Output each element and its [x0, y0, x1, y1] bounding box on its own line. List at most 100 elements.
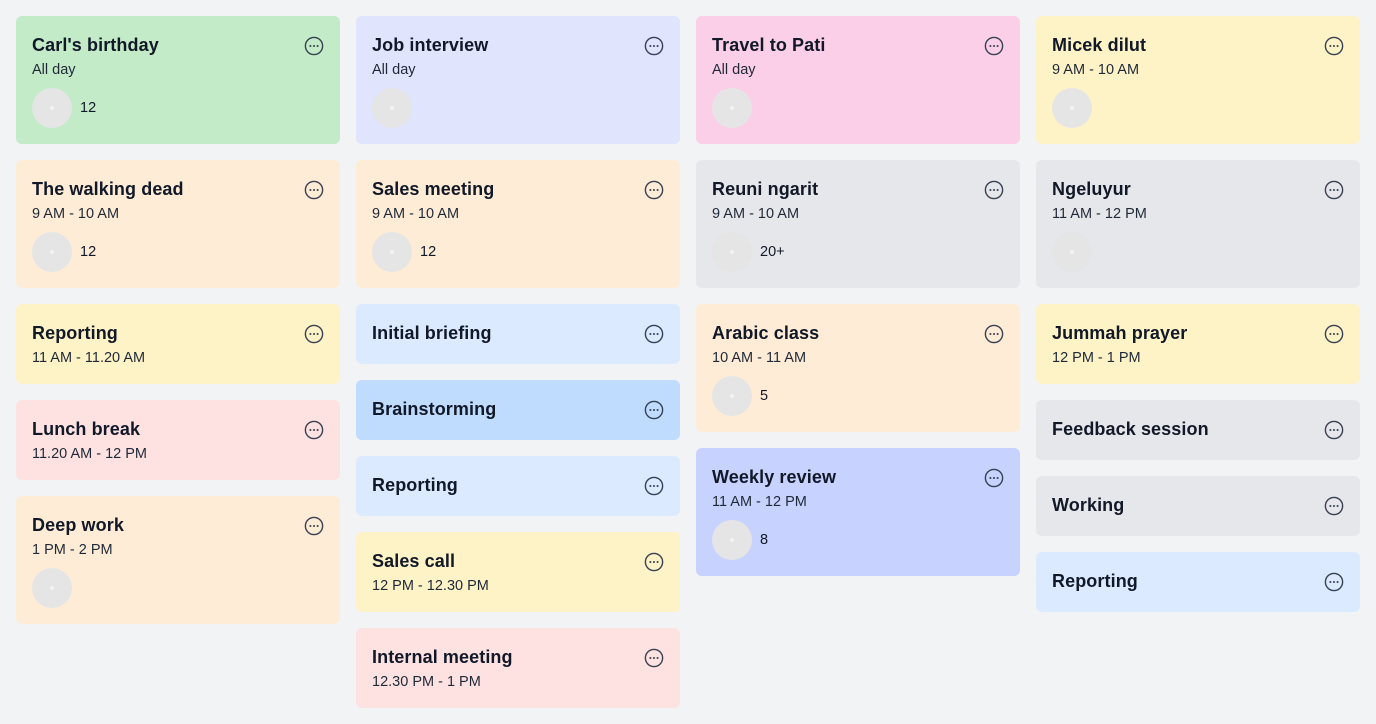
- more-options-icon[interactable]: [1324, 496, 1344, 516]
- event-title: Brainstorming: [372, 399, 497, 419]
- event-card[interactable]: Internal meeting 12.30 PM - 1 PM: [356, 628, 680, 708]
- event-card[interactable]: Reporting 11 AM - 11.20 AM: [16, 304, 340, 384]
- more-options-icon[interactable]: [984, 468, 1004, 488]
- event-time: 10 AM - 11 AM: [712, 350, 807, 366]
- calendar-board: Carl's birthday All day 12 The walking d…: [0, 0, 1376, 724]
- event-card[interactable]: Travel to Pati All day: [696, 16, 1020, 144]
- event-title: Reporting: [32, 323, 118, 343]
- event-card[interactable]: The walking dead 9 AM - 10 AM 12: [16, 160, 340, 288]
- event-card[interactable]: Lunch break 11.20 AM - 12 PM: [16, 400, 340, 480]
- more-options-icon[interactable]: [644, 180, 664, 200]
- event-title: Sales meeting: [372, 179, 495, 199]
- event-card[interactable]: Reporting: [356, 456, 680, 516]
- attendees: 12: [372, 232, 436, 272]
- event-title: Arabic class: [712, 323, 820, 343]
- event-title: Travel to Pati: [712, 35, 826, 55]
- event-time: All day: [712, 62, 756, 78]
- attendees: 5: [712, 376, 768, 416]
- more-options-icon[interactable]: [304, 420, 324, 440]
- avatar: [32, 88, 72, 128]
- more-options-icon[interactable]: [984, 36, 1004, 56]
- more-options-icon[interactable]: [644, 400, 664, 420]
- avatar: [1052, 88, 1092, 128]
- column-1: Carl's birthday All day 12 The walking d…: [16, 16, 340, 624]
- attendees: 12: [32, 232, 96, 272]
- more-options-icon[interactable]: [644, 324, 664, 344]
- avatar: [372, 232, 412, 272]
- event-title: Reuni ngarit: [712, 179, 819, 199]
- more-options-icon[interactable]: [1324, 36, 1344, 56]
- event-time: 9 AM - 10 AM: [32, 206, 120, 222]
- avatar: [712, 376, 752, 416]
- more-options-icon[interactable]: [304, 516, 324, 536]
- event-card[interactable]: Initial briefing: [356, 304, 680, 364]
- column-3: Travel to Pati All day Reuni ngarit 9 AM…: [696, 16, 1020, 576]
- more-options-icon[interactable]: [644, 648, 664, 668]
- event-card[interactable]: Sales call 12 PM - 12.30 PM: [356, 532, 680, 612]
- attendees: [32, 568, 72, 608]
- event-card[interactable]: Deep work 1 PM - 2 PM: [16, 496, 340, 624]
- event-title: Job interview: [372, 35, 489, 55]
- event-card[interactable]: Jummah prayer 12 PM - 1 PM: [1036, 304, 1360, 384]
- event-card[interactable]: Job interview All day: [356, 16, 680, 144]
- event-card[interactable]: Brainstorming: [356, 380, 680, 440]
- event-time: All day: [372, 62, 416, 78]
- event-title: Reporting: [372, 475, 458, 495]
- more-options-icon[interactable]: [1324, 572, 1344, 592]
- more-options-icon[interactable]: [304, 324, 324, 344]
- more-options-icon[interactable]: [1324, 180, 1344, 200]
- attendee-count: 5: [760, 388, 769, 404]
- avatar: [712, 520, 752, 560]
- event-title: Feedback session: [1052, 419, 1209, 439]
- more-options-icon[interactable]: [984, 180, 1004, 200]
- attendees: 8: [712, 520, 768, 560]
- event-card[interactable]: Feedback session: [1036, 400, 1360, 460]
- avatar: [32, 568, 72, 608]
- event-time: 1 PM - 2 PM: [32, 542, 113, 558]
- column-4: Micek dilut 9 AM - 10 AM Ngeluyur 11 AM …: [1036, 16, 1360, 612]
- more-options-icon[interactable]: [644, 36, 664, 56]
- more-options-icon[interactable]: [1324, 324, 1344, 344]
- event-title: Initial briefing: [372, 323, 492, 343]
- attendee-count: 12: [420, 244, 437, 260]
- event-title: Lunch break: [32, 419, 141, 439]
- event-title: Jummah prayer: [1052, 323, 1188, 343]
- attendees: 12: [32, 88, 96, 128]
- event-time: 12 PM - 12.30 PM: [372, 578, 489, 594]
- event-card[interactable]: Reuni ngarit 9 AM - 10 AM 20+: [696, 160, 1020, 288]
- event-time: 9 AM - 10 AM: [372, 206, 460, 222]
- more-options-icon[interactable]: [304, 180, 324, 200]
- event-card[interactable]: Carl's birthday All day 12: [16, 16, 340, 144]
- event-title: The walking dead: [32, 179, 184, 199]
- event-card[interactable]: Arabic class 10 AM - 11 AM 5: [696, 304, 1020, 432]
- avatar: [712, 88, 752, 128]
- event-title: Micek dilut: [1052, 35, 1147, 55]
- event-card[interactable]: Micek dilut 9 AM - 10 AM: [1036, 16, 1360, 144]
- event-card[interactable]: Working: [1036, 476, 1360, 536]
- attendee-count: 12: [80, 100, 97, 116]
- event-card[interactable]: Sales meeting 9 AM - 10 AM 12: [356, 160, 680, 288]
- event-time: 11.20 AM - 12 PM: [32, 446, 147, 462]
- avatar: [372, 88, 412, 128]
- avatar: [1052, 232, 1092, 272]
- event-title: Working: [1052, 495, 1125, 515]
- more-options-icon[interactable]: [984, 324, 1004, 344]
- event-card[interactable]: Reporting: [1036, 552, 1360, 612]
- event-time: 9 AM - 10 AM: [1052, 62, 1140, 78]
- event-title: Carl's birthday: [32, 35, 159, 55]
- event-card[interactable]: Ngeluyur 11 AM - 12 PM: [1036, 160, 1360, 288]
- more-options-icon[interactable]: [644, 552, 664, 572]
- avatar: [712, 232, 752, 272]
- column-2: Job interview All day Sales meeting 9 AM…: [356, 16, 680, 708]
- event-title: Deep work: [32, 515, 124, 535]
- event-card[interactable]: Weekly review 11 AM - 12 PM 8: [696, 448, 1020, 576]
- more-options-icon[interactable]: [1324, 420, 1344, 440]
- more-options-icon[interactable]: [304, 36, 324, 56]
- more-options-icon[interactable]: [644, 476, 664, 496]
- event-time: All day: [32, 62, 76, 78]
- attendees: 20+: [712, 232, 785, 272]
- event-time: 12 PM - 1 PM: [1052, 350, 1141, 366]
- event-title: Ngeluyur: [1052, 179, 1131, 199]
- event-time: 12.30 PM - 1 PM: [372, 674, 481, 690]
- attendees: [712, 88, 752, 128]
